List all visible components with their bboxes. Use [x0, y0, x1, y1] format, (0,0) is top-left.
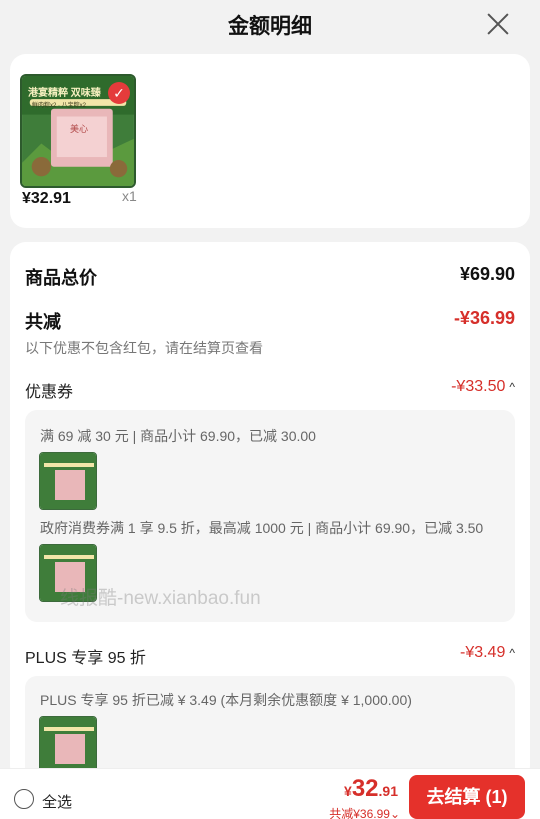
selected-check-icon[interactable]: ✓ — [108, 82, 130, 104]
chevron-down-icon: ⌄ — [389, 807, 400, 819]
page-title: 金额明细 — [228, 15, 312, 38]
discount-note: 以下优惠不包含红包，请在结算页查看 — [25, 340, 263, 356]
image-sub-text: 鲜肉粽x2 · 八宝粽x2 — [32, 103, 87, 109]
image-headline-text: 港宴精粹 双味臻 — [28, 88, 101, 99]
coupon-item-1-image — [39, 452, 97, 510]
coupon-label: 优惠券 — [25, 384, 74, 401]
product-card: 港宴精粹 双味臻 鲜肉粽x2 · 八宝粽x2 美心 ✓ ¥32.91 x1 — [10, 54, 530, 228]
zongzi-gift-box-image — [40, 453, 96, 509]
coupon-item-1-text: 满 69 减 30 元 | 商品小计 69.90，已减 30.00 — [40, 428, 316, 444]
zongzi-gift-box-image — [40, 717, 96, 773]
watermark-text: 线报酷-new.xianbao.fun — [60, 588, 261, 609]
reduce-total-value: -¥36.99 — [453, 308, 515, 328]
goods-total-value: ¥69.90 — [459, 264, 515, 284]
price-detail-card: 商品总价 ¥69.90 共减 -¥36.99 以下优惠不包含红包，请在结算页查看… — [10, 242, 530, 786]
reduce-total-label: 共减 — [25, 312, 61, 332]
reduced-summary[interactable]: 共减¥36.99⌄ — [329, 805, 400, 819]
image-brand-text: 美心 — [70, 124, 89, 134]
reduce-total-row: 共减 -¥36.99 — [25, 308, 515, 334]
plus-detail-text: PLUS 专享 95 折已减 ¥ 3.49 (本月剩余优惠额度 ¥ 1,000.… — [40, 692, 412, 708]
goods-total-row: 商品总价 ¥69.90 — [25, 264, 515, 290]
select-all-label[interactable]: 全选 — [42, 791, 72, 812]
product-quantity: x1 — [122, 188, 137, 204]
total-dec: .91 — [378, 783, 398, 799]
total-price: ¥32.91 — [344, 775, 398, 803]
coupon-value: -¥33.50 ^ — [451, 378, 515, 396]
chevron-up-icon[interactable]: ^ — [509, 380, 515, 394]
checkout-button[interactable]: 去结算 (1) — [409, 775, 525, 819]
plus-discount-value: -¥3.49 ^ — [460, 644, 515, 662]
plus-discount-row[interactable]: PLUS 专享 95 折 -¥3.49 ^ — [25, 644, 515, 668]
reduced-text: 共减¥36.99 — [329, 807, 390, 819]
plus-discount-label: PLUS 专享 95 折 — [25, 650, 146, 667]
coupon-item-2-text: 政府消费券满 1 享 9.5 折，最高减 1000 元 | 商品小计 69.90… — [40, 520, 484, 536]
close-icon[interactable] — [486, 12, 510, 36]
select-all-radio[interactable] — [14, 789, 34, 809]
coupon-value-text: -¥33.50 — [451, 378, 506, 395]
checkout-bar: 全选 ¥32.91 共减¥36.99⌄ 去结算 (1) — [0, 768, 540, 819]
total-int: 32 — [351, 775, 379, 802]
total-currency: ¥ — [344, 783, 352, 799]
plus-discount-value-text: -¥3.49 — [459, 644, 506, 661]
header-bar: 金额明细 — [0, 0, 540, 50]
coupon-row[interactable]: 优惠券 -¥33.50 ^ — [25, 378, 515, 402]
chevron-up-icon[interactable]: ^ — [509, 646, 515, 660]
goods-total-label: 商品总价 — [25, 268, 97, 288]
product-price: ¥32.91 — [22, 190, 71, 207]
plus-item-image — [39, 716, 97, 774]
product-image[interactable]: 港宴精粹 双味臻 鲜肉粽x2 · 八宝粽x2 美心 ✓ — [20, 74, 136, 188]
